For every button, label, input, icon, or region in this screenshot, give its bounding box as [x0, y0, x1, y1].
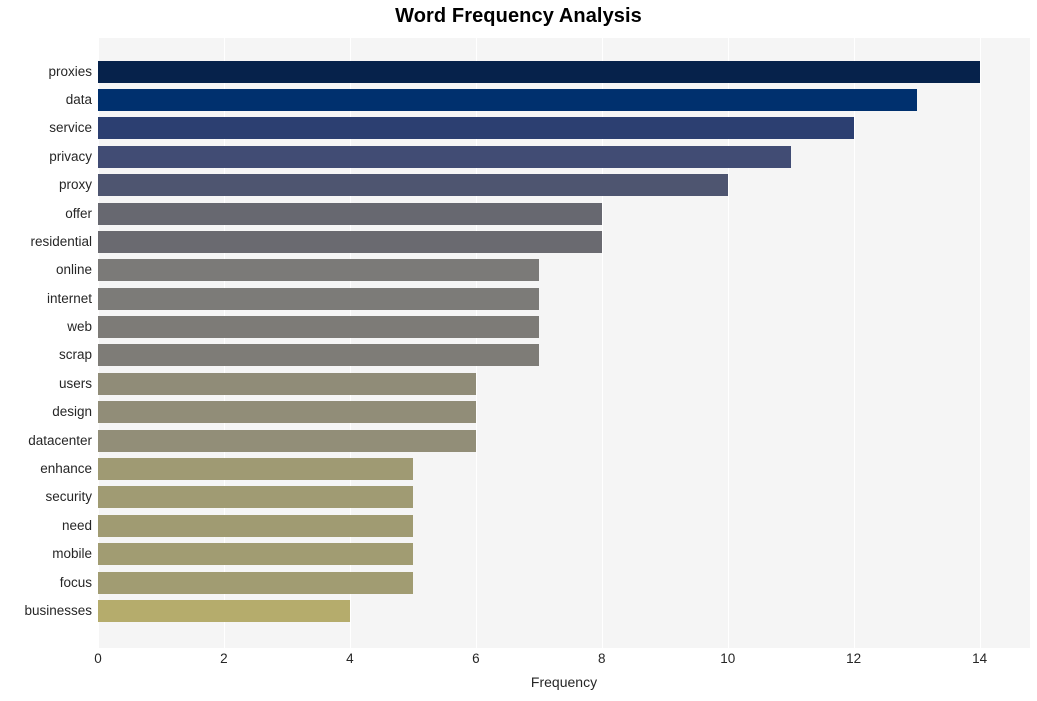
bar-security	[98, 486, 413, 509]
bar-row	[98, 145, 1030, 168]
y-tick-label-design: design	[52, 404, 92, 420]
bar-need	[98, 514, 413, 537]
chart-title: Word Frequency Analysis	[395, 5, 642, 27]
bar-offer	[98, 202, 602, 225]
plot-area	[98, 38, 1030, 648]
bar-internet	[98, 287, 539, 310]
y-tick-label-online: online	[55, 262, 92, 278]
y-tick-label-offer: offer	[65, 205, 92, 221]
bar-row	[98, 259, 1030, 282]
bar-row	[98, 372, 1030, 395]
x-tick-label-8: 8	[598, 651, 606, 666]
bar-row	[98, 401, 1030, 424]
x-axis-tick-labels: 0 2 4 6 8 10 12 14	[94, 651, 1030, 672]
x-tick-label-4: 4	[346, 651, 354, 666]
bar-row	[98, 117, 1030, 140]
bar-scrap	[98, 344, 539, 367]
bar-row	[98, 344, 1030, 367]
bar-web	[98, 316, 539, 339]
bar-row	[98, 458, 1030, 481]
y-tick-label-scrap: scrap	[58, 347, 92, 363]
bar-row	[98, 230, 1030, 253]
y-tick-label-proxy: proxy	[58, 177, 92, 193]
bar-row	[98, 88, 1030, 111]
bar-row	[98, 174, 1030, 197]
y-tick-label-web: web	[67, 319, 92, 335]
y-tick-label-need: need	[61, 517, 92, 533]
x-tick-label-12: 12	[846, 651, 862, 666]
y-axis-tick-labels: proxies data service privacy proxy offer resid…	[0, 38, 92, 648]
y-tick-label-privacy: privacy	[49, 148, 92, 164]
bar-row	[98, 316, 1030, 339]
x-axis-title: Frequency	[530, 674, 598, 690]
bar-row	[98, 486, 1030, 509]
y-tick-label-residential: residential	[30, 233, 92, 249]
x-tick-label-10: 10	[720, 651, 736, 666]
bar-users	[98, 372, 476, 395]
y-tick-label-businesses: businesses	[24, 603, 92, 619]
bar-businesses	[98, 600, 350, 623]
bar-row	[98, 429, 1030, 452]
bar-enhance	[98, 458, 413, 481]
x-tick-label-14: 14	[972, 651, 988, 666]
bar-row	[98, 543, 1030, 566]
bar-privacy	[98, 145, 791, 168]
chart-figure: Word Frequency Analysis proxies data servi…	[0, 0, 1037, 701]
bar-row	[98, 60, 1030, 83]
x-tick-label-2: 2	[220, 651, 228, 666]
y-tick-label-users: users	[58, 375, 92, 391]
y-tick-label-internet: internet	[46, 290, 92, 306]
bar-row	[98, 202, 1030, 225]
y-tick-label-datacenter: datacenter	[28, 432, 92, 448]
y-tick-label-focus: focus	[59, 574, 92, 590]
y-tick-label-proxies: proxies	[48, 63, 92, 79]
bar-focus	[98, 571, 413, 594]
bar-online	[98, 259, 539, 282]
bar-design	[98, 401, 476, 424]
y-tick-label-enhance: enhance	[40, 461, 92, 477]
bar-row	[98, 287, 1030, 310]
y-tick-label-mobile: mobile	[52, 546, 92, 562]
y-tick-label-security: security	[45, 489, 92, 505]
bar-mobile	[98, 543, 413, 566]
bar-proxy	[98, 174, 728, 197]
y-tick-label-data: data	[65, 91, 92, 107]
bar-proxies	[98, 60, 980, 83]
y-tick-label-service: service	[49, 120, 92, 136]
bar-data	[98, 88, 917, 111]
bar-series	[98, 38, 1030, 648]
bar-service	[98, 117, 854, 140]
x-tick-label-6: 6	[472, 651, 480, 666]
bar-datacenter	[98, 429, 476, 452]
bar-row	[98, 514, 1030, 537]
bar-row	[98, 571, 1030, 594]
bar-row	[98, 600, 1030, 623]
bar-residential	[98, 230, 602, 253]
x-tick-label-0: 0	[94, 651, 102, 666]
